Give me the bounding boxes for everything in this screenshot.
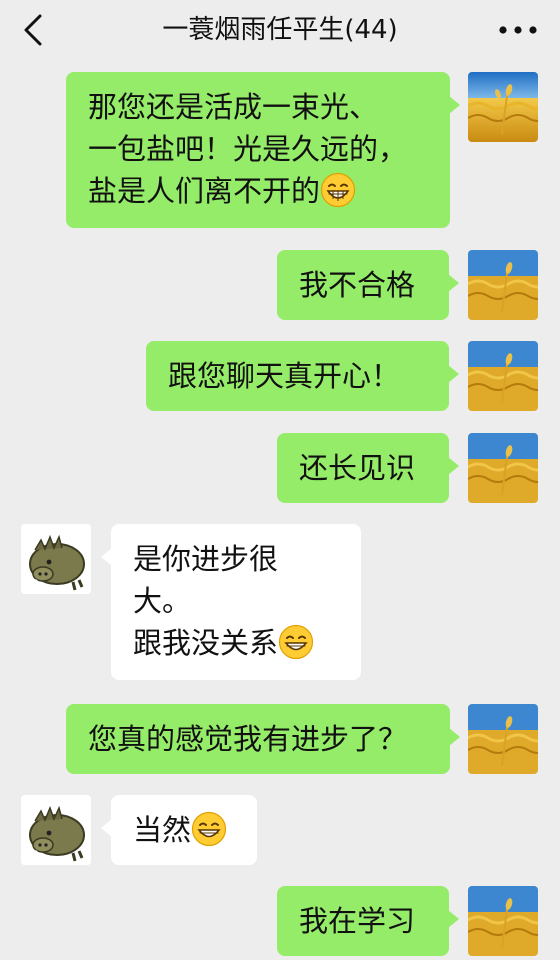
message-text: 跟我没关系 xyxy=(133,626,279,660)
message-text: 是你进步很 xyxy=(133,542,279,576)
message-text: 您真的感觉我有进步了？ xyxy=(88,722,408,756)
message-bubble[interactable]: 当然 xyxy=(101,795,257,865)
wheat-field-avatar xyxy=(468,250,538,320)
back-button[interactable] xyxy=(14,10,54,50)
message-bubble[interactable]: 我在学习 xyxy=(277,886,459,956)
message-text: 当然 xyxy=(133,813,192,847)
smile-emoji-icon xyxy=(191,811,227,847)
self-avatar[interactable] xyxy=(468,886,538,956)
self-avatar[interactable] xyxy=(468,341,538,411)
wheat-field-avatar xyxy=(468,704,538,774)
message-text: 跟您聊天真开心！ xyxy=(168,359,401,393)
self-avatar[interactable] xyxy=(468,250,538,320)
wheat-field-avatar xyxy=(468,341,538,411)
wheat-field-avatar xyxy=(468,72,538,142)
chevron-left-icon xyxy=(24,14,42,46)
message-bubble[interactable]: 您真的感觉我有进步了？ xyxy=(66,704,460,774)
message-text: 我不合格 xyxy=(299,268,416,302)
contact-avatar[interactable] xyxy=(21,795,91,865)
message-bubble[interactable]: 我不合格 xyxy=(277,250,459,320)
message-text: 盐是人们离不开的 xyxy=(88,174,321,208)
self-avatar[interactable] xyxy=(468,704,538,774)
message-text: 还长见识 xyxy=(299,451,416,485)
self-avatar[interactable] xyxy=(468,72,538,142)
message-text: 那您还是活成一束光、 xyxy=(88,90,379,124)
more-dots-icon xyxy=(499,26,537,34)
grin-emoji-icon xyxy=(320,172,356,208)
message-bubble[interactable]: 跟您聊天真开心！ xyxy=(146,341,459,411)
chat-title: 一蓑烟雨任平生(44) xyxy=(162,15,398,45)
wheat-field-avatar xyxy=(468,886,538,956)
boar-avatar xyxy=(21,524,91,594)
message-text: 大。 xyxy=(133,584,192,618)
message-bubble[interactable]: 那您还是活成一束光、 一包盐吧！光是久远的， 盐是人们离不开的 xyxy=(66,72,460,228)
contact-avatar[interactable] xyxy=(21,524,91,594)
chat-screen: 一蓑烟雨任平生(44) 那您还是活成一束光、 一包盐吧！光是久远的， 盐是人们离… xyxy=(0,0,560,960)
boar-avatar xyxy=(21,795,91,865)
chat-header: 一蓑烟雨任平生(44) xyxy=(0,0,560,64)
message-text: 我在学习 xyxy=(299,904,416,938)
more-button[interactable] xyxy=(494,12,542,48)
self-avatar[interactable] xyxy=(468,433,538,503)
message-text: 一包盐吧！光是久远的， xyxy=(88,132,408,166)
smile-emoji-icon xyxy=(278,624,314,660)
wheat-field-avatar xyxy=(468,433,538,503)
message-bubble[interactable]: 还长见识 xyxy=(277,433,459,503)
message-bubble[interactable]: 是你进步很 大。 跟我没关系 xyxy=(101,524,361,680)
